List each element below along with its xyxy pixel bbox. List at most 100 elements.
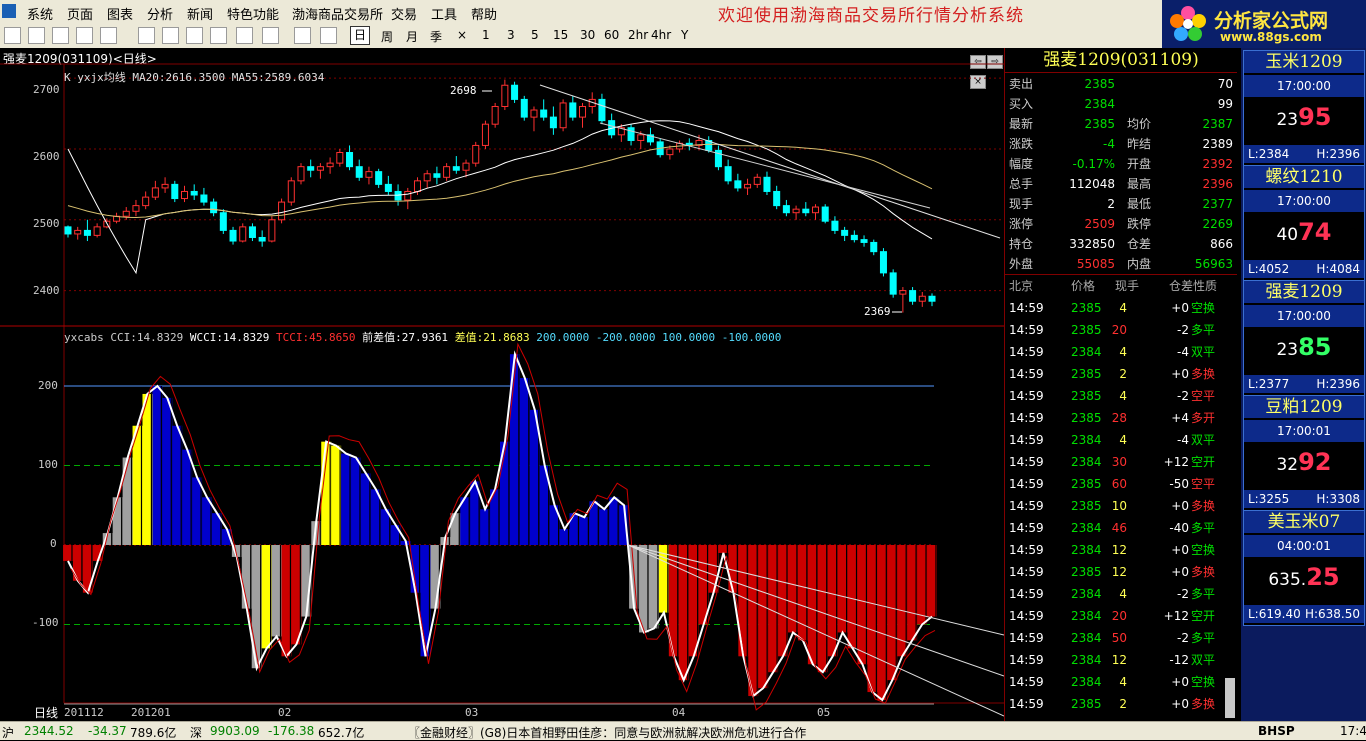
tick-scrollbar[interactable] xyxy=(1225,678,1235,718)
news-ticker[interactable]: 〖金融财经〗(G8)日本首相野田佳彦：同意与欧洲就解决欧洲危机进行合作 xyxy=(408,724,806,741)
period-5min[interactable]: 5 xyxy=(531,28,539,42)
tick-row[interactable]: 14:59 2384 4 -2 多平 xyxy=(1005,583,1237,605)
draw-tool-icon[interactable] xyxy=(294,27,311,44)
welcome-banner: 欢迎使用渤海商品交易所行情分析系统 xyxy=(718,6,1024,26)
cci-bar xyxy=(351,457,361,545)
tick-time: 14:59 xyxy=(1009,631,1044,645)
tick-row[interactable]: 14:59 2384 4 -4 双平 xyxy=(1005,341,1237,363)
tick-row[interactable]: 14:59 2384 46 -40 多平 xyxy=(1005,517,1237,539)
app-icon xyxy=(2,4,16,18)
sz-amount: 652.7亿 xyxy=(318,726,365,740)
period-close[interactable]: × xyxy=(457,28,467,42)
period-day[interactable]: 日 xyxy=(350,26,371,45)
grid-icon[interactable] xyxy=(52,27,69,44)
cci-bar xyxy=(271,545,282,637)
tick-row[interactable]: 14:59 2384 20 +12 空开 xyxy=(1005,605,1237,627)
tick-row[interactable]: 14:59 2385 4 -2 空平 xyxy=(1005,385,1237,407)
period-3min[interactable]: 3 xyxy=(507,28,515,42)
tick-nature: 空开 xyxy=(1191,455,1216,469)
menu-analysis[interactable]: 分析 xyxy=(147,4,173,23)
cci-bar xyxy=(450,513,461,545)
candle-body xyxy=(452,166,460,171)
menu-tools[interactable]: 工具 xyxy=(431,4,457,23)
tick-row[interactable]: 14:59 2384 30 +12 空开 xyxy=(1005,451,1237,473)
menu-trade[interactable]: 交易 xyxy=(391,4,417,23)
period-60min[interactable]: 60 xyxy=(604,28,619,42)
tick-oi-change: -2 xyxy=(1177,587,1189,601)
tick-row[interactable]: 14:59 2385 2 +0 多换 xyxy=(1005,693,1237,715)
quote-value: 112048 xyxy=(1069,177,1115,191)
candle-body xyxy=(918,295,926,302)
quote-list-icon[interactable] xyxy=(4,27,21,44)
watch-price: 635.25 xyxy=(1244,563,1364,591)
period-2hr[interactable]: 2hr xyxy=(628,28,648,42)
report-icon[interactable] xyxy=(100,27,117,44)
tick-row[interactable]: 14:59 2385 2 +0 多换 xyxy=(1005,363,1237,385)
chart-canvas[interactable] xyxy=(0,48,1004,721)
menu-help[interactable]: 帮助 xyxy=(471,4,497,23)
menu-features[interactable]: 特色功能 xyxy=(227,4,279,23)
candle-body xyxy=(355,166,363,178)
tick-volume: 4 xyxy=(1119,433,1127,447)
menu-chart[interactable]: 图表 xyxy=(107,4,133,23)
menu-page[interactable]: 页面 xyxy=(67,4,93,23)
period-1min[interactable]: 1 xyxy=(482,28,490,42)
menu-system[interactable]: 系统 xyxy=(27,4,53,23)
window-icon[interactable] xyxy=(236,27,253,44)
tick-row[interactable]: 14:59 2385 10 +0 多换 xyxy=(1005,495,1237,517)
tick-row[interactable]: 14:59 2384 12 -12 双平 xyxy=(1005,649,1237,671)
zoom-in-icon[interactable] xyxy=(162,27,179,44)
candle-body xyxy=(831,220,839,231)
table-icon[interactable] xyxy=(76,27,93,44)
quote-value: 2509 xyxy=(1084,217,1115,231)
candle-body xyxy=(666,148,674,156)
line-chart-icon[interactable] xyxy=(28,27,45,44)
tick-row[interactable]: 14:59 2384 4 -4 双平 xyxy=(1005,429,1237,451)
candle-body xyxy=(278,201,286,221)
tick-price: 2385 xyxy=(1071,323,1102,337)
watch-low: L:2384 xyxy=(1248,147,1290,161)
export-icon[interactable] xyxy=(262,27,279,44)
tick-row[interactable]: 14:59 2384 50 -2 多平 xyxy=(1005,627,1237,649)
tick-nature: 空换 xyxy=(1191,675,1216,689)
watch-price-prefix: 23 xyxy=(1276,340,1299,360)
watch-name: 玉米1209 xyxy=(1265,52,1343,72)
quote-panel: 强麦1209(031109) 卖出 2385 70 买入 2384 99 最新 2385 均价 2… xyxy=(1005,48,1237,721)
tick-time: 14:59 xyxy=(1009,521,1044,535)
refresh-icon[interactable] xyxy=(138,27,155,44)
tick-row[interactable]: 14:59 2384 4 +0 空换 xyxy=(1005,671,1237,693)
zoom-out-icon[interactable] xyxy=(186,27,203,44)
candle-body xyxy=(268,219,276,242)
period-15min[interactable]: 15 xyxy=(553,28,568,42)
tick-row[interactable]: 14:59 2385 12 +0 多换 xyxy=(1005,561,1237,583)
watch-card[interactable]: 美玉米07 04:00:01 635.25 L:619.40 H:638.50 xyxy=(1243,510,1365,626)
tick-row[interactable]: 14:59 2385 4 +0 空换 xyxy=(1005,297,1237,319)
watch-card[interactable]: 玉米1209 17:00:00 2395 L:2384 H:2396 xyxy=(1243,50,1365,166)
menu-bohai-exchange[interactable]: 渤海商品交易所 xyxy=(292,4,383,23)
period-year[interactable]: Y xyxy=(681,28,688,42)
tick-row[interactable]: 14:59 2385 60 -50 空平 xyxy=(1005,473,1237,495)
cursor-icon[interactable] xyxy=(210,27,227,44)
brand-url: www.88gs.com xyxy=(1220,30,1322,44)
cci-bar xyxy=(857,545,868,665)
period-week[interactable]: 周 xyxy=(381,28,393,45)
menu-news[interactable]: 新闻 xyxy=(187,4,213,23)
chart-panel[interactable]: 强麦1209(031109)<日线> ⇦ ⇨× K yxjx均线 MA20:261… xyxy=(0,48,1005,721)
tick-row[interactable]: 14:59 2385 20 -2 多平 xyxy=(1005,319,1237,341)
candle-body xyxy=(501,84,509,107)
period-quarter[interactable]: 季 xyxy=(430,28,442,45)
watch-time: 17:00:00 xyxy=(1277,309,1331,323)
tick-row[interactable]: 14:59 2384 12 +0 空换 xyxy=(1005,539,1237,561)
watch-card[interactable]: 豆粕1209 17:00:01 3292 L:3255 H:3308 xyxy=(1243,395,1365,511)
period-30min[interactable]: 30 xyxy=(580,28,595,42)
quote-label: 涨跌 xyxy=(1009,137,1034,151)
watch-card[interactable]: 强麦1209 17:00:00 2385 L:2377 H:2396 xyxy=(1243,280,1365,396)
watch-card[interactable]: 螺纹1210 17:00:00 4074 L:4052 H:4084 xyxy=(1243,165,1365,281)
candle-body xyxy=(229,229,237,242)
watch-time-box: 17:00:00 xyxy=(1244,305,1364,327)
alarm-bell-icon[interactable] xyxy=(320,27,337,44)
period-month[interactable]: 月 xyxy=(406,28,418,45)
tick-header-nature: 性质 xyxy=(1193,279,1218,293)
tick-row[interactable]: 14:59 2385 28 +4 多开 xyxy=(1005,407,1237,429)
period-4hr[interactable]: 4hr xyxy=(651,28,671,42)
